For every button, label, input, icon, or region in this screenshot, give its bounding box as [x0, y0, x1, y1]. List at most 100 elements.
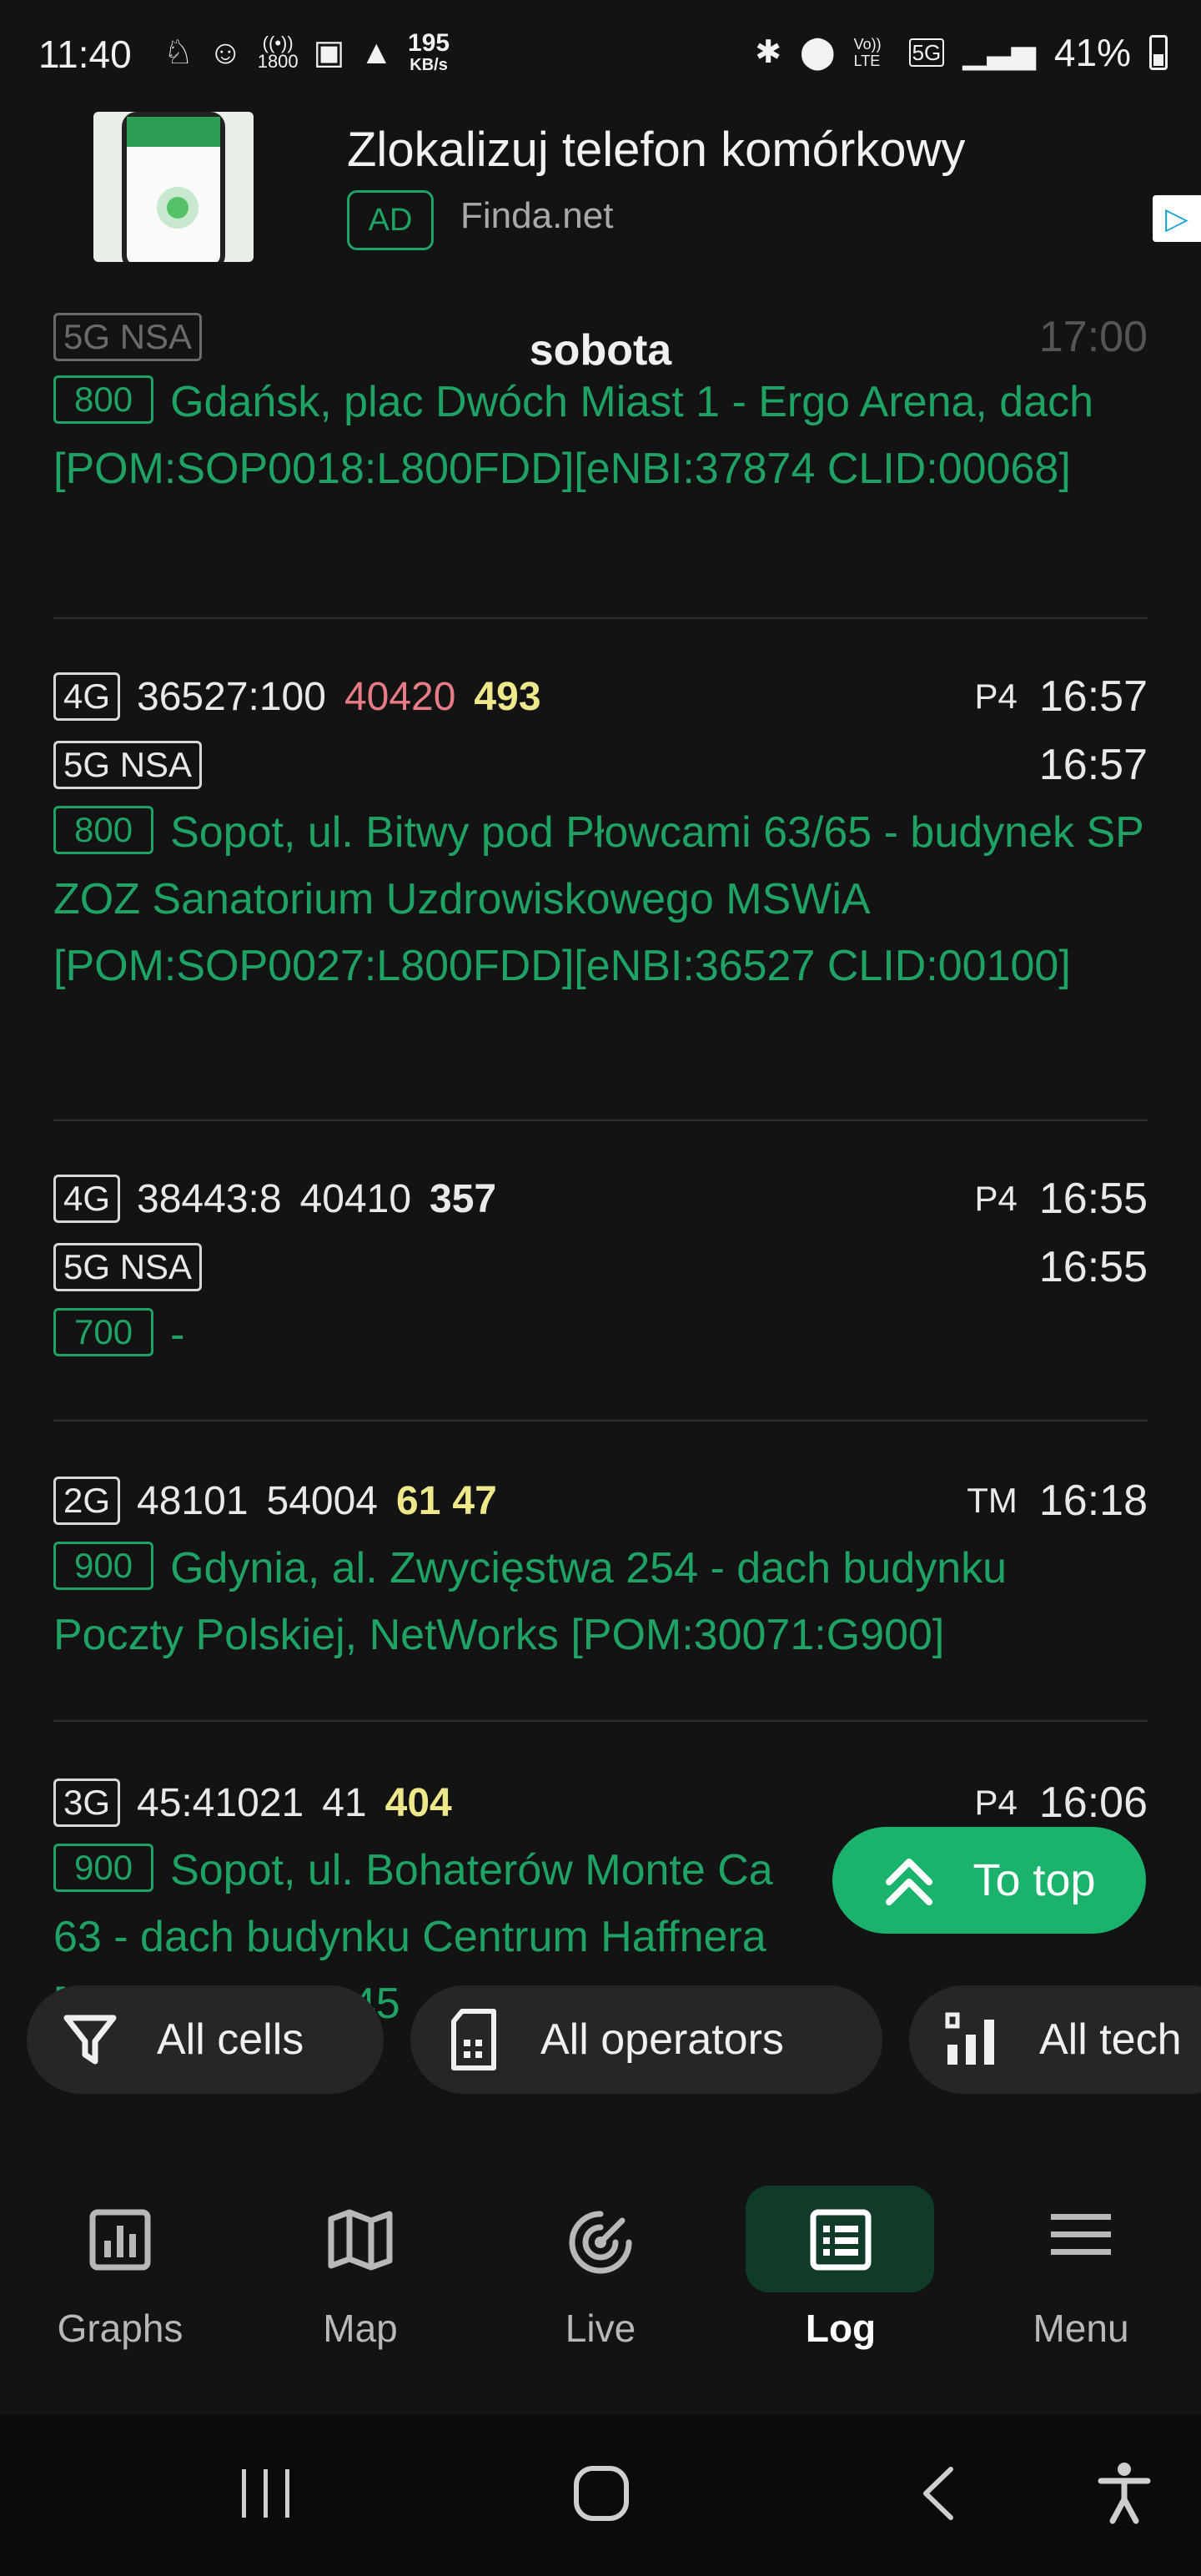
nav-log[interactable]: Log [721, 2142, 961, 2392]
filter-operators-label: All operators [540, 2015, 784, 2064]
home-icon[interactable] [572, 2464, 631, 2523]
log-entry[interactable]: 2G 48101 54004 61 47 TM 16:18 900 Gdynia,… [53, 1467, 1148, 1668]
operator-label: TM [967, 1481, 1018, 1520]
sub-tech-chip: 5G NSA [53, 741, 203, 789]
site-info: 700- [53, 1301, 1148, 1368]
nav-menu[interactable]: Menu [961, 2142, 1201, 2392]
recent-apps-icon[interactable] [239, 2464, 294, 2523]
bottom-navigation: Graphs Map Live Log Menu [0, 2142, 1201, 2414]
band-chip: 800 [53, 375, 154, 425]
band-chip: 900 [53, 1844, 154, 1893]
ad-image[interactable] [93, 112, 254, 262]
signal-value: 61 [396, 1478, 441, 1523]
filter-tech-button[interactable]: All tech [909, 1985, 1201, 2094]
tech-chip: 4G [53, 1175, 121, 1223]
tech-chip: 2G [53, 1477, 121, 1525]
image-icon: ▣ [313, 34, 345, 71]
operator-label: P4 [974, 1783, 1018, 1822]
filter-cells-button[interactable]: All cells [27, 1985, 384, 2094]
to-top-label: To top [972, 1855, 1096, 1905]
day-header: sobota [529, 326, 672, 375]
filter-tech-label: All tech [1039, 2015, 1182, 2064]
nav-live-label: Live [565, 2307, 636, 2350]
signal-value: 404 [384, 1780, 452, 1825]
nav-live[interactable]: Live [480, 2142, 721, 2392]
ad-banner[interactable]: Zlokalizuj telefon komórkowy AD Finda.ne… [0, 108, 1201, 275]
funnel-icon [63, 2015, 117, 2065]
hamburger-icon [1051, 2214, 1111, 2255]
band-chip: 800 [53, 806, 154, 855]
divider [53, 1119, 1148, 1121]
entry-time: 16:06 [1038, 1779, 1148, 1827]
nav-graphs[interactable]: Graphs [0, 2142, 240, 2392]
band-chip: 700 [53, 1308, 154, 1357]
bar-chart-icon [89, 2209, 151, 2271]
sim-card-icon [451, 2009, 496, 2070]
network-type: 5G [908, 38, 945, 67]
divider [53, 1420, 1148, 1421]
log-entry[interactable]: 4G 38443:8 40410 357 P4 16:55 5G NSA 16:… [53, 1165, 1148, 1368]
operator-label: P4 [974, 677, 1018, 716]
location-icon: ⬤ [800, 35, 836, 70]
cell-id: 36527:100 [137, 674, 326, 719]
sub-entry-time: 16:57 [1038, 741, 1148, 789]
battery-percent: 41% [1053, 31, 1131, 74]
ad-title[interactable]: Zlokalizuj telefon komórkowy [347, 122, 965, 178]
sub-tech-chip: 5G NSA [53, 1243, 203, 1291]
entry-time: 16:55 [1038, 1175, 1148, 1223]
nav-menu-label: Menu [1033, 2307, 1129, 2350]
back-icon[interactable] [917, 2464, 959, 2523]
signal-value-2: 47 [452, 1478, 497, 1523]
entry-time: 16:57 [1038, 672, 1148, 721]
map-icon [328, 2209, 393, 2271]
area-code: 40410 [299, 1176, 412, 1221]
nav-graphs-label: Graphs [57, 2307, 183, 2350]
nav-map[interactable]: Map [240, 2142, 480, 2392]
status-time: 11:40 [38, 33, 132, 76]
battery-icon [1149, 35, 1168, 70]
cell-id: 45:41021 [137, 1780, 304, 1825]
smiley-icon: ☺ [208, 34, 243, 71]
site-info: 800 Gdańsk, plac Dwóch Miast 1 - Ergo Are… [53, 369, 1148, 502]
operator-label: P4 [974, 1179, 1018, 1218]
nav-log-label: Log [805, 2307, 877, 2350]
area-code: 40420 [344, 674, 456, 719]
area-code: 54004 [266, 1478, 378, 1523]
site-info: 800 Sopot, ul. Bitwy pod Płowcami 63/65 -… [53, 799, 1148, 999]
radar-icon [569, 2211, 632, 2274]
double-chevron-up-icon [886, 1859, 933, 1905]
entry-time: 16:18 [1038, 1477, 1148, 1525]
filter-operators-button[interactable]: All operators [410, 1985, 882, 2094]
divider [53, 1720, 1148, 1722]
log-list[interactable]: 5G NSA 17:00 800 Gdańsk, plac Dwóch Miast… [0, 275, 1201, 2094]
ad-badge: AD [347, 190, 434, 250]
cell-id: 48101 [137, 1478, 249, 1523]
signal-bars-icon [945, 2012, 994, 2065]
signal-value: 357 [430, 1176, 497, 1221]
tech-chip: 4G [53, 672, 121, 721]
filter-bar: All cells All operators All tech [0, 1985, 1201, 2096]
filter-cells-label: All cells [157, 2015, 304, 2064]
volte-icon: Vo)) LTE [853, 36, 882, 69]
cell-id: 38443:8 [137, 1176, 282, 1221]
sub-entry-time: 16:55 [1038, 1243, 1148, 1291]
data-counter-icon: ((•)) 1800 [257, 33, 299, 72]
site-info: 900 Gdynia, al. Zwycięstwa 254 - dach bud… [53, 1535, 1148, 1668]
nav-map-label: Map [323, 2307, 398, 2350]
network-speed: 195 KB/s [408, 29, 450, 74]
to-top-button[interactable]: To top [832, 1827, 1146, 1934]
log-entry[interactable]: 4G 36527:100 40420 493 P4 16:57 5G NSA 1… [53, 662, 1148, 999]
accessibility-icon[interactable] [1098, 2461, 1151, 2524]
list-icon [810, 2209, 872, 2271]
signal-value: 493 [474, 674, 541, 719]
ad-choices-icon[interactable]: ▷ [1153, 195, 1201, 242]
divider [53, 617, 1148, 619]
bluetooth-icon: ✱ [755, 35, 782, 70]
system-navigation-bar [0, 2414, 1201, 2576]
signal-icon: ▁▃▅ [962, 35, 1036, 70]
nav-arrow-icon: ▲ [359, 34, 394, 71]
notification-icon: ♘ [163, 34, 193, 71]
ad-source[interactable]: Finda.net [460, 195, 613, 237]
band-chip: 900 [53, 1542, 154, 1591]
status-bar: 11:40 ♘ ☺ ((•)) 1800 ▣ ▲ 195 KB/s ✱ ⬤ Vo))… [0, 0, 1201, 108]
